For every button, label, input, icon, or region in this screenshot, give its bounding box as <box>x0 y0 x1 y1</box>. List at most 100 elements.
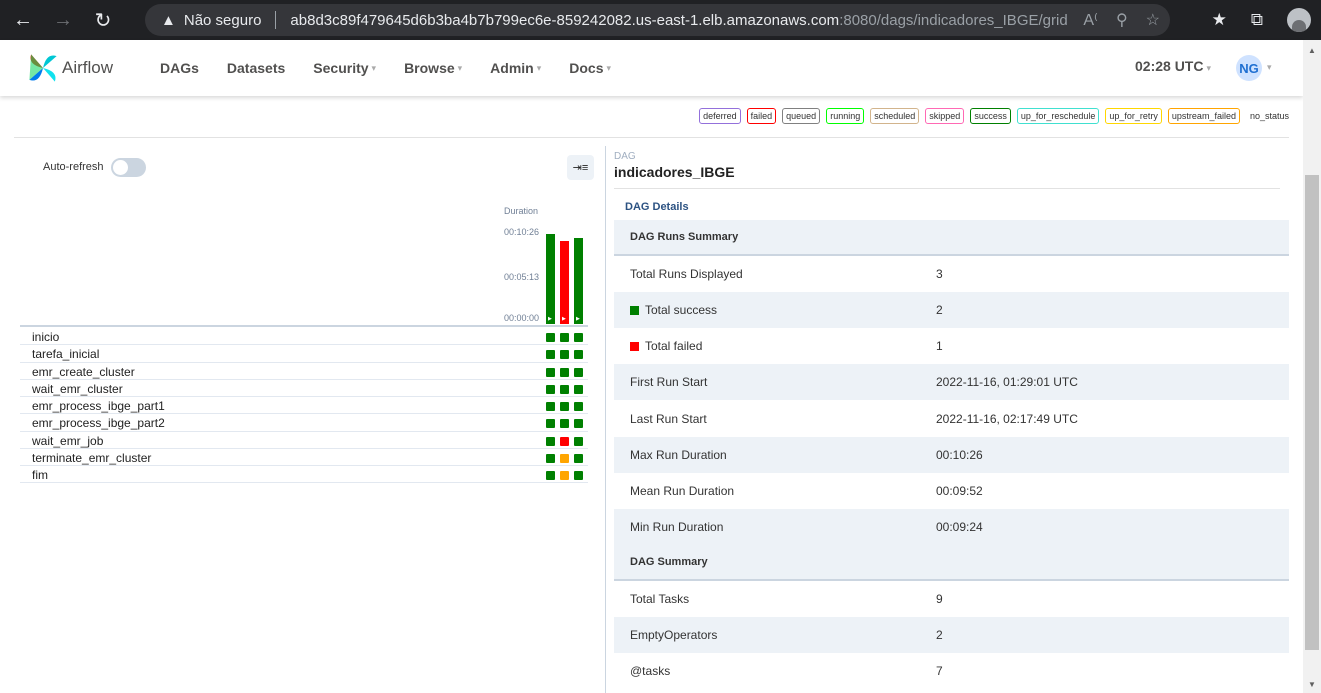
task-instance-cell[interactable] <box>546 419 555 429</box>
nav-admin[interactable]: Admin ▾ <box>476 60 555 76</box>
profile-icon[interactable] <box>1287 8 1311 32</box>
legend-up_for_reschedule[interactable]: up_for_reschedule <box>1016 108 1100 124</box>
task-row[interactable]: inicio <box>20 328 588 346</box>
dag-run-bar[interactable]: ▶ <box>546 234 555 324</box>
task-instance-cell[interactable] <box>560 350 569 360</box>
task-instance-cell[interactable] <box>560 402 569 411</box>
task-instance-cell[interactable] <box>560 419 569 429</box>
legend-running[interactable]: running <box>826 108 865 124</box>
task-name[interactable]: fim <box>32 468 48 482</box>
legend-queued[interactable]: queued <box>782 108 821 124</box>
legend-upstream_failed[interactable]: upstream_failed <box>1167 108 1240 124</box>
task-instance-cell[interactable] <box>546 436 555 446</box>
task-row[interactable]: emr_process_ibge_part2 <box>20 414 588 432</box>
url-path[interactable]: :8080/dags/indicadores_IBGE/grid <box>839 12 1067 29</box>
row-key: DAG Runs Summary <box>630 231 738 243</box>
task-instance-cell[interactable] <box>560 436 569 446</box>
task-instance-cell[interactable] <box>574 419 583 429</box>
nav-docs[interactable]: Docs ▾ <box>555 60 625 76</box>
nav-dags[interactable]: DAGs <box>146 60 213 76</box>
task-instance-cell[interactable] <box>546 471 555 480</box>
page-scrollbar[interactable]: ▲ ▼ <box>1303 40 1321 693</box>
duration-tick-min: 00:00:00 <box>504 313 540 323</box>
scroll-down-icon[interactable]: ▼ <box>1308 680 1316 689</box>
task-instance-cell[interactable] <box>574 350 583 360</box>
collections-icon[interactable]: ⧉ <box>1251 10 1263 30</box>
task-row[interactable]: wait_emr_job <box>20 432 588 449</box>
task-name[interactable]: emr_process_ibge_part2 <box>32 416 165 430</box>
task-name[interactable]: tarefa_inicial <box>32 347 99 361</box>
back-icon[interactable]: ← <box>6 3 40 37</box>
task-instance-cell[interactable] <box>560 367 569 377</box>
dag-run-bar[interactable]: ▶ <box>574 238 583 324</box>
task-instance-cell[interactable] <box>546 367 555 377</box>
task-row[interactable]: emr_process_ibge_part1 <box>20 397 588 415</box>
url-host[interactable]: ab8d3c89f479645d6b3ba4b7b799ec6e-8592420… <box>290 12 839 29</box>
task-instance-cell[interactable] <box>546 384 555 394</box>
task-instance-cell[interactable] <box>546 350 555 360</box>
task-instance-cell[interactable] <box>546 453 555 463</box>
favorites-icon[interactable]: ★ <box>1212 10 1227 30</box>
legend-scheduled[interactable]: scheduled <box>870 108 920 124</box>
task-row[interactable]: wait_emr_cluster <box>20 380 588 398</box>
security-label[interactable]: Não seguro <box>184 12 262 29</box>
zoom-icon[interactable]: ⚲ <box>1116 10 1128 30</box>
task-name[interactable]: inicio <box>32 330 59 344</box>
warning-icon[interactable]: ▲ <box>161 12 176 29</box>
status-square-icon <box>630 305 639 315</box>
task-instance-cell[interactable] <box>574 333 583 342</box>
nav-security[interactable]: Security ▾ <box>299 60 390 76</box>
nav-datasets-label: Datasets <box>226 60 286 76</box>
table-row: Total Runs Displayed 3 <box>614 256 1289 292</box>
task-row[interactable]: tarefa_inicial <box>20 345 588 363</box>
task-row[interactable]: terminate_emr_cluster <box>20 449 588 467</box>
legend-success[interactable]: success <box>970 108 1011 124</box>
task-instance-cell[interactable] <box>574 367 583 377</box>
legend-failed[interactable]: failed <box>746 108 777 124</box>
nav-datasets[interactable]: Datasets <box>213 60 299 76</box>
task-name[interactable]: emr_process_ibge_part1 <box>32 399 165 413</box>
collapse-details-button[interactable]: ⇥≡ <box>567 155 594 180</box>
chevron-down-icon[interactable]: ▾ <box>1267 62 1272 73</box>
auto-refresh-toggle[interactable] <box>111 158 146 177</box>
tab-dag-details[interactable]: DAG Details <box>625 201 689 213</box>
legend-deferred[interactable]: deferred <box>699 108 741 124</box>
pinwheel-icon <box>29 54 57 82</box>
panel-divider[interactable] <box>605 146 606 693</box>
task-instance-cell[interactable] <box>560 333 569 342</box>
scrollbar-thumb[interactable] <box>1305 175 1319 650</box>
nav-browse[interactable]: Browse ▾ <box>390 60 476 76</box>
task-row[interactable]: fim <box>20 466 588 484</box>
user-avatar[interactable]: NG <box>1236 55 1262 81</box>
reload-icon[interactable]: ↻ <box>86 3 120 37</box>
task-instance-cell[interactable] <box>574 436 583 446</box>
scroll-up-icon[interactable]: ▲ <box>1308 46 1316 55</box>
dag-id-title[interactable]: indicadores_IBGE <box>614 164 735 180</box>
task-instance-cell[interactable] <box>546 333 555 342</box>
timezone-clock[interactable]: 02:28 UTC ▾ <box>1135 58 1211 74</box>
task-name[interactable]: terminate_emr_cluster <box>32 451 151 465</box>
task-row[interactable]: emr_create_cluster <box>20 363 588 380</box>
task-instance-cell[interactable] <box>574 384 583 394</box>
add-favorite-icon[interactable]: ☆ <box>1146 10 1160 30</box>
address-bar[interactable]: ▲ Não seguro ab8d3c89f479645d6b3ba4b7b79… <box>145 4 1170 36</box>
read-aloud-icon[interactable]: A​⁽ <box>1083 10 1098 30</box>
legend-no_status[interactable]: no_status <box>1245 108 1293 124</box>
airflow-logo[interactable]: Airflow <box>26 51 146 85</box>
task-instance-cell[interactable] <box>560 384 569 394</box>
task-instance-cell[interactable] <box>560 471 569 480</box>
legend-up_for_retry[interactable]: up_for_retry <box>1105 108 1162 124</box>
task-name[interactable]: wait_emr_job <box>32 434 103 448</box>
task-instance-cell[interactable] <box>574 471 583 480</box>
state-legend: deferred failed queued running scheduled skip… <box>699 108 1293 124</box>
dag-run-bar[interactable]: ▶ <box>560 241 569 324</box>
legend-skipped[interactable]: skipped <box>925 108 965 124</box>
task-name[interactable]: emr_create_cluster <box>32 365 135 379</box>
table-row: Max Run Duration 00:10:26 <box>614 436 1289 473</box>
task-instance-cell[interactable] <box>546 402 555 411</box>
task-instance-cell[interactable] <box>574 402 583 411</box>
task-name[interactable]: wait_emr_cluster <box>32 382 123 396</box>
task-instance-cell[interactable] <box>574 453 583 463</box>
forward-icon[interactable]: → <box>46 3 80 37</box>
task-instance-cell[interactable] <box>560 453 569 463</box>
